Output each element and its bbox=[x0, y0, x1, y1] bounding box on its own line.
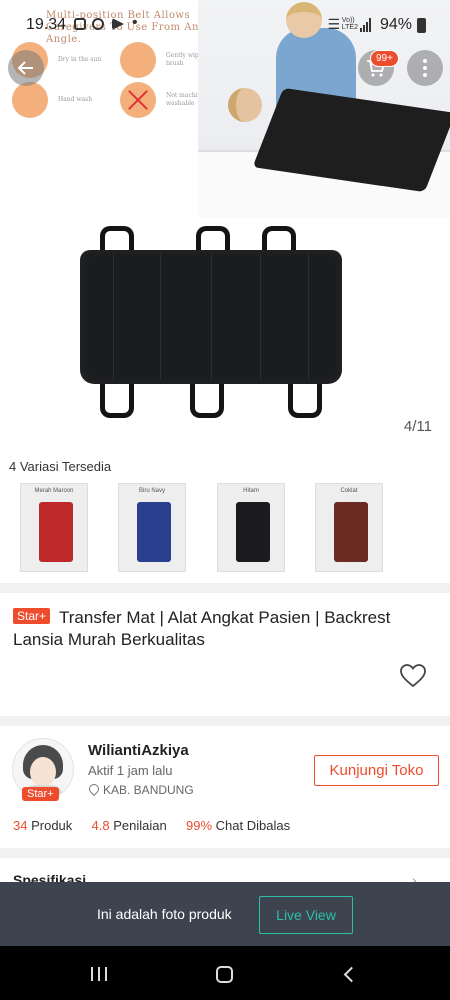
mat-handle bbox=[190, 384, 224, 418]
live-view-button[interactable]: Live View bbox=[259, 896, 353, 934]
stat-value: 4.8 bbox=[91, 818, 110, 833]
lte-icon: Vo)) LTE2 bbox=[341, 17, 358, 31]
gallery-icon bbox=[74, 18, 86, 30]
variation-thumb[interactable]: Biru Navy bbox=[118, 483, 186, 572]
mat-handle bbox=[288, 384, 322, 418]
mat-handle bbox=[100, 384, 134, 418]
wifi-icon: ☰ bbox=[327, 16, 340, 32]
variation-label: Merah Maroon bbox=[34, 488, 74, 494]
section-divider bbox=[0, 716, 450, 726]
star-plus-badge: Star+ bbox=[13, 608, 51, 624]
variation-swatch bbox=[236, 502, 270, 562]
feature-label: Dry in the sun bbox=[58, 56, 102, 63]
signal-icon bbox=[360, 18, 372, 32]
product-page: Multi-position Belt Allows Caregivers To… bbox=[0, 0, 450, 1000]
product-title: Transfer Mat | Alat Angkat Pasien | Back… bbox=[13, 608, 391, 649]
variation-label: Biru Navy bbox=[138, 488, 165, 494]
stat-value: 34 bbox=[13, 818, 28, 833]
shop-active-status: Aktif 1 jam lalu bbox=[88, 763, 173, 778]
stat-label: Chat Dibalas bbox=[215, 818, 291, 833]
transfer-mat bbox=[80, 250, 342, 384]
location-pin-icon bbox=[86, 781, 102, 797]
more-notifications-icon: • bbox=[132, 14, 138, 31]
stat-label: Penilaian bbox=[113, 818, 167, 833]
variation-swatch bbox=[137, 502, 171, 562]
battery-icon bbox=[417, 18, 426, 33]
recent-apps-button[interactable] bbox=[91, 967, 107, 981]
section-divider bbox=[0, 848, 450, 858]
favorite-button[interactable] bbox=[400, 664, 426, 693]
back-arrow-icon bbox=[17, 61, 33, 75]
section-divider bbox=[0, 583, 450, 593]
stat-value: 99% bbox=[186, 818, 213, 833]
visit-shop-button[interactable]: Kunjungi Toko bbox=[314, 755, 439, 786]
shop-stats: 34 Produk 4.8 Penilaian 99% Chat Dibalas bbox=[13, 818, 290, 833]
hand-wash-icon bbox=[12, 82, 48, 118]
no-machine-wash-icon bbox=[120, 82, 156, 118]
shop-location: KAB. BANDUNG bbox=[103, 783, 194, 797]
patient-head bbox=[228, 88, 262, 122]
variation-swatch bbox=[39, 502, 73, 562]
shop-name[interactable]: WiliantiAzkiya bbox=[88, 742, 189, 759]
variation-thumb[interactable]: Merah Maroon bbox=[20, 483, 88, 572]
battery-percent: 94% bbox=[379, 16, 412, 33]
whatsapp-icon bbox=[92, 18, 104, 30]
variation-thumb[interactable]: Hitam bbox=[217, 483, 285, 572]
image-counter: 4/11 bbox=[403, 418, 432, 435]
status-bar: 19.34 • ☰ Vo)) LTE2 94% bbox=[0, 0, 450, 50]
more-button[interactable] bbox=[407, 50, 443, 86]
variation-label: Hitam bbox=[243, 488, 259, 494]
shop-star-badge: Star+ bbox=[22, 787, 59, 801]
home-button[interactable] bbox=[216, 966, 233, 983]
feature-hand-wash: Hand wash bbox=[12, 82, 118, 118]
variation-thumb[interactable]: Coklat bbox=[315, 483, 383, 572]
variation-swatch bbox=[334, 502, 368, 562]
back-button[interactable] bbox=[8, 50, 44, 86]
heart-icon bbox=[400, 664, 426, 688]
cart-badge: 99+ bbox=[370, 50, 399, 67]
stat-label: Produk bbox=[31, 818, 73, 833]
variation-label: Coklat bbox=[340, 488, 358, 494]
status-time: 19.34 bbox=[26, 16, 67, 33]
variations-title: 4 Variasi Tersedia bbox=[9, 459, 112, 474]
banner-text: Ini adalah foto produk bbox=[97, 906, 232, 922]
more-vertical-icon bbox=[423, 59, 427, 77]
telegram-icon bbox=[112, 18, 124, 30]
feature-label: Hand wash bbox=[58, 96, 93, 103]
